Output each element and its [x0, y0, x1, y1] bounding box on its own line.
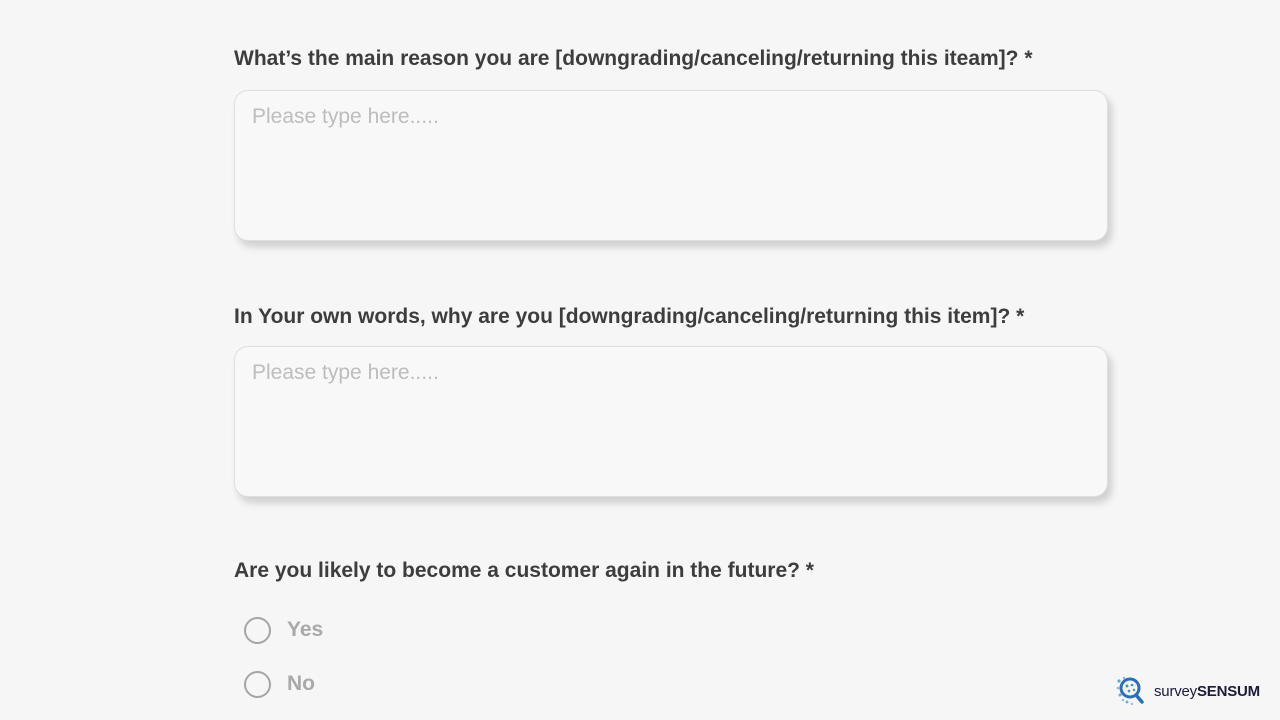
- own-words-textarea[interactable]: [234, 346, 1108, 497]
- radio-option-no[interactable]: No: [244, 668, 315, 700]
- question-own-words-label: In Your own words, why are you [downgrad…: [234, 305, 1025, 328]
- radio-option-yes[interactable]: Yes: [244, 614, 323, 646]
- main-reason-textarea[interactable]: [234, 90, 1108, 241]
- logo-wordmark: surveySENSUM: [1154, 683, 1260, 700]
- surveysensum-logo: surveySENSUM: [1116, 675, 1260, 707]
- radio-label-no: No: [287, 672, 315, 695]
- radio-label-yes: Yes: [287, 618, 324, 641]
- question-main-reason-label: What’s the main reason you are [downgrad…: [234, 47, 1033, 70]
- radio-button-no[interactable]: [244, 670, 271, 698]
- magnifier-dots-icon: [1116, 675, 1152, 707]
- survey-form: What’s the main reason you are [downgrad…: [0, 0, 1280, 720]
- radio-button-yes[interactable]: [244, 616, 271, 644]
- logo-text-survey: survey: [1154, 682, 1197, 700]
- question-return-customer-label: Are you likely to become a customer agai…: [234, 559, 814, 582]
- logo-text-sensum: SENSUM: [1196, 682, 1260, 700]
